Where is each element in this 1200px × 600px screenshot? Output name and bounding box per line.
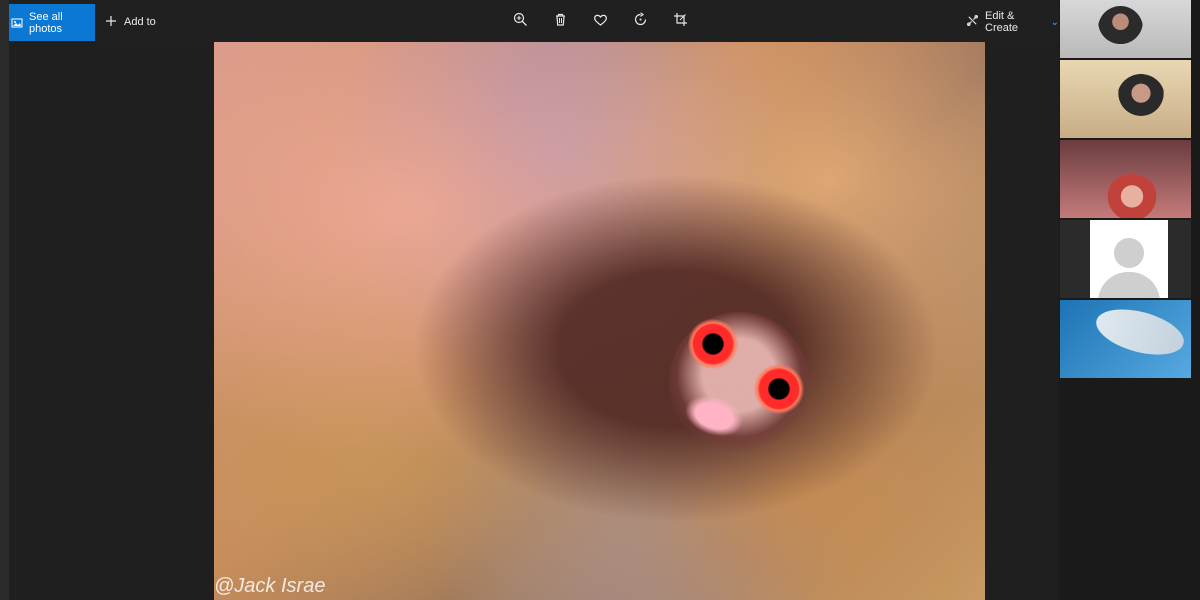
see-all-photos-label: See all photos: [29, 10, 63, 35]
fish-eye-right: [754, 364, 804, 414]
photos-app: See all photos Add to Edit & Create ⌄ @J…: [0, 0, 1200, 600]
heart-icon: [594, 14, 607, 26]
crop-icon: [674, 13, 687, 26]
shark-video-background: [1091, 301, 1189, 363]
photo-tools: [513, 12, 688, 27]
favorite-button[interactable]: [593, 12, 608, 27]
fish-eye-left: [688, 319, 738, 369]
see-all-photos-button[interactable]: See all photos: [9, 4, 95, 41]
participant-video: [1117, 74, 1165, 122]
participant-tile[interactable]: [1060, 140, 1191, 218]
plus-icon: [105, 15, 117, 30]
left-window-edge: [0, 0, 9, 600]
photo-watermark: @Jack Israe: [214, 575, 326, 597]
rotate-button[interactable]: [633, 12, 648, 27]
add-to-label: Add to: [124, 16, 156, 28]
zoom-in-button[interactable]: [513, 12, 528, 27]
edit-create-icon: [966, 14, 979, 30]
participant-video: [1104, 174, 1160, 218]
edit-create-label: Edit & Create: [985, 10, 1019, 34]
add-to-button[interactable]: Add to: [105, 12, 156, 32]
participant-tile[interactable]: [1060, 220, 1191, 298]
chevron-down-icon: ⌄: [1050, 16, 1059, 28]
rotate-icon: [634, 12, 647, 26]
participant-video: [1098, 6, 1143, 51]
trash-icon: [556, 13, 565, 26]
photo-viewer-image[interactable]: @Jack Israe: [214, 42, 985, 600]
participant-tile[interactable]: [1060, 60, 1191, 138]
edit-create-button[interactable]: Edit & Create ⌄: [966, 10, 1059, 34]
delete-button[interactable]: [553, 12, 568, 27]
zoom-in-icon: [513, 12, 527, 26]
avatar-head-icon: [1114, 238, 1144, 268]
photos-icon: [11, 17, 23, 29]
photos-toolbar: See all photos Add to Edit & Create ⌄: [9, 0, 1059, 42]
participant-tile[interactable]: [1060, 300, 1191, 378]
crop-button[interactable]: [673, 12, 688, 27]
participant-tile[interactable]: [1060, 0, 1191, 58]
